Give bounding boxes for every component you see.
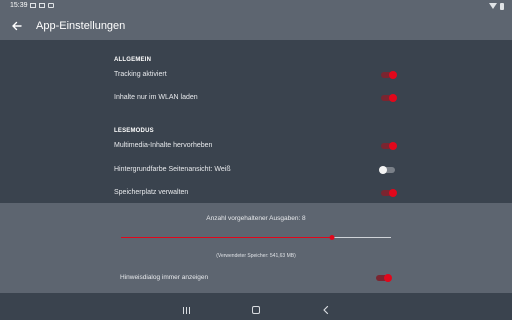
toggle-thumb	[389, 94, 397, 102]
slider-thumb[interactable]	[329, 235, 335, 240]
toggle-thumb	[389, 189, 397, 197]
setting-label: Speicherplatz verwalten	[114, 189, 189, 196]
section-header-reading: LESEMODUS	[114, 128, 154, 134]
setting-tracking[interactable]: Tracking aktiviert	[0, 67, 512, 83]
navigation-bar	[0, 300, 512, 320]
home-button[interactable]	[248, 302, 264, 318]
highlight-multimedia-toggle[interactable]	[379, 142, 397, 150]
hint-dialog-toggle[interactable]	[374, 274, 392, 282]
toggle-thumb	[389, 71, 397, 79]
issues-slider-label: Anzahl vorgehaltener Ausgaben: 8	[206, 215, 306, 222]
app-bar: App-Einstellungen	[0, 12, 512, 40]
settings-list: ALLGEMEIN Tracking aktiviert Inhalte nur…	[0, 40, 512, 203]
battery-icon	[500, 2, 504, 10]
setting-wifi-only[interactable]: Inhalte nur im WLAN laden	[0, 90, 512, 106]
status-bar: 15:39	[0, 0, 512, 12]
recents-button[interactable]	[178, 302, 194, 318]
status-notification-icons	[30, 3, 54, 8]
status-system-icons	[489, 0, 504, 12]
download-icon	[48, 3, 54, 8]
page-title: App-Einstellungen	[36, 20, 126, 32]
gallery-icon	[30, 3, 36, 8]
setting-label: Tracking aktiviert	[114, 71, 167, 78]
toggle-thumb	[389, 142, 397, 150]
manage-storage-toggle[interactable]	[379, 189, 397, 197]
toggle-thumb	[384, 274, 392, 282]
home-icon	[252, 306, 260, 314]
image-icon	[39, 3, 45, 8]
background-white-toggle[interactable]	[379, 166, 397, 174]
storage-panel: Anzahl vorgehaltener Ausgaben: 8 (Verwen…	[0, 203, 512, 293]
setting-label: Hintergrundfarbe Seitenansicht: Weiß	[114, 166, 231, 173]
setting-background-white[interactable]: Hintergrundfarbe Seitenansicht: Weiß	[0, 162, 512, 178]
back-icon	[323, 305, 329, 315]
setting-manage-storage[interactable]: Speicherplatz verwalten	[0, 185, 512, 201]
issues-slider[interactable]	[121, 235, 391, 241]
back-button[interactable]	[8, 17, 26, 35]
wifi-icon	[489, 3, 497, 9]
section-header-general: ALLGEMEIN	[114, 57, 152, 63]
setting-label: Inhalte nur im WLAN laden	[114, 94, 198, 101]
setting-label: Hinweisdialog immer anzeigen	[120, 274, 209, 281]
nav-back-button[interactable]	[318, 302, 334, 318]
status-time: 15:39	[10, 2, 28, 9]
toggle-thumb	[379, 166, 387, 174]
setting-highlight-multimedia[interactable]: Multimedia-Inhalte hervorheben	[0, 138, 512, 154]
arrow-left-icon	[12, 21, 22, 31]
recents-icon	[182, 301, 191, 319]
slider-fill	[121, 237, 332, 238]
setting-label: Multimedia-Inhalte hervorheben	[114, 142, 213, 149]
wifi-only-toggle[interactable]	[379, 94, 397, 102]
setting-hint-dialog[interactable]: Hinweisdialog immer anzeigen	[0, 270, 512, 286]
used-storage-text: (Verwendeter Speicher: 541,63 MB)	[216, 253, 296, 259]
tracking-toggle[interactable]	[379, 71, 397, 79]
